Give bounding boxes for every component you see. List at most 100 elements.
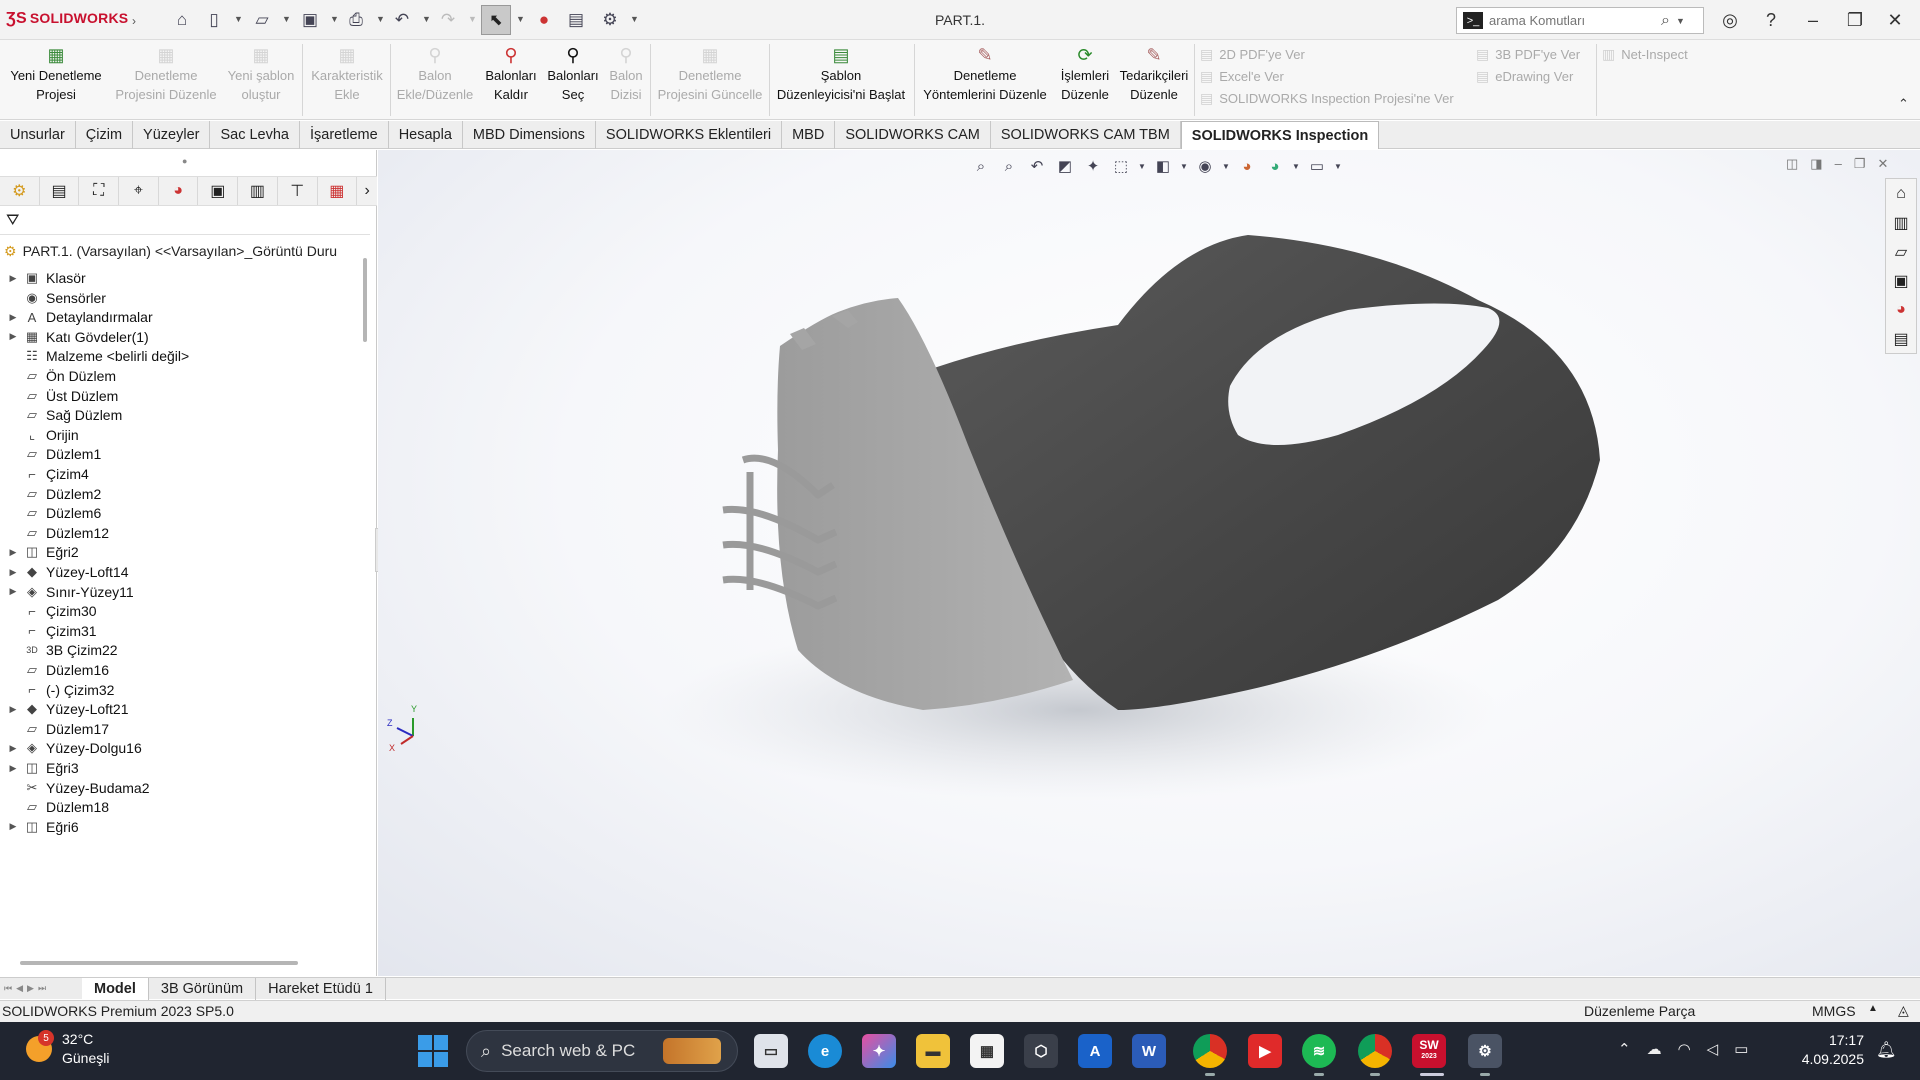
expand-arrow-icon[interactable]: ▶	[6, 743, 20, 754]
tab-solidworks-cam[interactable]: SOLIDWORKS CAM	[835, 121, 991, 149]
undo-dropdown-icon[interactable]: ▼	[422, 14, 431, 24]
tab-solidworks-cam-tbm[interactable]: SOLIDWORKS CAM TBM	[991, 121, 1181, 149]
tree-filter[interactable]: ⛛	[0, 207, 370, 235]
close-button[interactable]: ✕	[1880, 8, 1910, 32]
menu-expand-icon[interactable]: ›	[132, 14, 136, 28]
model-tab-3b-g-r-n-m[interactable]: 3B Görünüm	[149, 977, 257, 1000]
file-explorer-icon[interactable]: ▱	[1895, 237, 1907, 266]
view-palette-icon[interactable]: ▣	[1893, 266, 1908, 295]
open-dropdown-icon[interactable]: ▼	[282, 14, 291, 24]
spotify-icon[interactable]: ≋	[1302, 1034, 1336, 1068]
save-dropdown-icon[interactable]: ▼	[330, 14, 339, 24]
export-3d-pdf-button[interactable]: ▤ 3B PDF'ye Ver	[1476, 43, 1580, 65]
part-model[interactable]	[378, 150, 1920, 976]
minimize-button[interactable]: –	[1798, 8, 1828, 32]
custom-properties-icon[interactable]: ▤	[1893, 324, 1908, 353]
expand-arrow-icon[interactable]: ▶	[6, 273, 20, 284]
new-dropdown-icon[interactable]: ▼	[234, 14, 243, 24]
tab--izim[interactable]: Çizim	[76, 121, 134, 149]
search-dropdown-icon[interactable]: ▼	[1676, 16, 1685, 26]
solidworks-resources-icon[interactable]: ⌂	[1896, 179, 1906, 208]
notification-bell-icon[interactable]: 🔔︎	[1876, 1040, 1896, 1060]
feature-manager-tab-icon[interactable]: ⚙	[0, 177, 40, 205]
new-document-icon[interactable]: ▯	[202, 8, 226, 32]
tab-y-zeyler[interactable]: Yüzeyler	[133, 121, 211, 149]
autodesk-icon[interactable]: A	[1078, 1034, 1112, 1068]
tab-mbd[interactable]: MBD	[782, 121, 836, 149]
redo-icon[interactable]: ↷	[436, 8, 460, 32]
cam-tool-tab-icon[interactable]: ⊤	[278, 177, 318, 205]
tab-hesapla[interactable]: Hesapla	[389, 121, 463, 149]
select-balloons-button[interactable]: ⚲ Balonları Seç	[544, 44, 602, 116]
expand-arrow-icon[interactable]: ▶	[6, 547, 20, 558]
unit-system[interactable]: MMGS	[1812, 1003, 1856, 1019]
word-icon[interactable]: W	[1132, 1034, 1166, 1068]
net-inspect-button[interactable]: ▥ Net-Inspect	[1602, 43, 1688, 65]
first-tab-icon[interactable]: ⏮	[4, 983, 12, 994]
edge-icon[interactable]: e	[808, 1034, 842, 1068]
solidworks-taskbar-icon[interactable]: SW 2023	[1412, 1034, 1446, 1068]
remove-balloons-button[interactable]: ⚲ Balonları Kaldır	[480, 44, 542, 116]
clock[interactable]: 17:17 4.09.2025	[1796, 1031, 1864, 1069]
next-tab-icon[interactable]: ▶	[27, 983, 34, 994]
search-icon[interactable]: ⌕	[1661, 12, 1670, 30]
units-dropdown-icon[interactable]: ▲	[1868, 1003, 1878, 1014]
expand-arrow-icon[interactable]: ▶	[6, 312, 20, 323]
command-search[interactable]: >_ ⌕ ▼	[1456, 7, 1704, 34]
rebuild-status-icon[interactable]: ◬	[1898, 1002, 1909, 1019]
last-tab-icon[interactable]: ⏭	[38, 983, 46, 994]
add-characteristic-button[interactable]: ▦ Karakteristik Ekle	[306, 44, 388, 116]
show-hidden-icons-chevron-icon[interactable]: ⌃	[1618, 1040, 1631, 1058]
battery-icon[interactable]: ▭	[1734, 1040, 1748, 1058]
expand-arrow-icon[interactable]: ▶	[6, 331, 20, 342]
restore-button[interactable]: ❐	[1840, 8, 1870, 32]
options-gear-icon[interactable]: ⚙	[598, 8, 622, 32]
tab-sac-levha[interactable]: Sac Levha	[210, 121, 300, 149]
taskbar-search[interactable]: ⌕ Search web & PC	[466, 1030, 738, 1072]
user-account-icon[interactable]: ◎	[1715, 8, 1745, 32]
tab-solidworks-inspection[interactable]: SOLIDWORKS Inspection	[1180, 121, 1380, 149]
property-manager-tab-icon[interactable]: ▤	[40, 177, 80, 205]
help-icon[interactable]: ?	[1756, 8, 1786, 32]
dimxpert-manager-tab-icon[interactable]: ⌖	[119, 177, 159, 205]
weather-widget[interactable]: 5 32°C Güneşli	[26, 1030, 109, 1068]
export-edrawing-button[interactable]: ▤ eDrawing Ver	[1476, 65, 1580, 87]
inspection-tab-icon[interactable]: ▦	[318, 177, 358, 205]
appearances-icon[interactable]: ◕	[1896, 295, 1906, 324]
balloon-sequence-button[interactable]: ⚲ Balon Dizisi	[604, 44, 648, 116]
file-properties-icon[interactable]: ▤	[564, 8, 588, 32]
open-folder-icon[interactable]: ▱	[250, 8, 274, 32]
volume-icon[interactable]: ◁	[1707, 1040, 1719, 1058]
options-dropdown-icon[interactable]: ▼	[630, 14, 639, 24]
onedrive-cloud-icon[interactable]: ☁	[1647, 1040, 1662, 1058]
model-tab-hareket-et-d-1[interactable]: Hareket Etüdü 1	[256, 977, 386, 1000]
edit-inspection-methods-button[interactable]: ✎ Denetleme Yöntemlerini Düzenle	[918, 44, 1052, 116]
update-inspection-project-button[interactable]: ▦ Denetleme Projesini Güncelle	[654, 44, 766, 116]
graphics-area[interactable]: ⌕ ⌕ ↶ ◩ ✦ ⬚ ▼ ◧ ▼ ◉ ▼ ◕ ◕ ▼ ▭ ▼ ◫ ◨ – ❐ …	[378, 150, 1920, 976]
copilot-icon[interactable]: ✦	[862, 1034, 896, 1068]
wifi-icon[interactable]: ◠	[1678, 1040, 1691, 1058]
tree-root[interactable]: ⚙ PART.1. (Varsayılan) <<Varsayılan>_Gör…	[4, 240, 337, 262]
tab-unsurlar[interactable]: Unsurlar	[0, 121, 76, 149]
collapse-ribbon-icon[interactable]: ⌃	[1898, 96, 1909, 112]
start-button[interactable]	[418, 1035, 450, 1067]
tab-solidworks-eklentileri[interactable]: SOLIDWORKS Eklentileri	[596, 121, 783, 149]
configuration-manager-tab-icon[interactable]: ⛶	[79, 177, 120, 205]
task-view-icon[interactable]: ▭	[754, 1034, 788, 1068]
cam-feature-tab-icon[interactable]: ▣	[198, 177, 239, 205]
edit-inspection-project-button[interactable]: ▦ Denetleme Projesini Düzenle	[110, 44, 222, 116]
settings-gear-icon[interactable]: ⚙	[1468, 1034, 1502, 1068]
rebuild-icon[interactable]: ●	[532, 8, 556, 32]
export-2d-pdf-button[interactable]: ▤ 2D PDF'ye Ver	[1200, 43, 1454, 65]
home-icon[interactable]: ⌂	[170, 8, 194, 32]
youtube-icon[interactable]: ▶	[1248, 1034, 1282, 1068]
print-icon[interactable]: ⎙	[344, 8, 368, 32]
expand-arrow-icon[interactable]: ▶	[6, 567, 20, 578]
export-excel-button[interactable]: ▤ Excel'e Ver	[1200, 65, 1454, 87]
solidworks-logo[interactable]: ƷS SOLIDWORKS	[6, 10, 128, 28]
design-library-icon[interactable]: ▥	[1893, 208, 1908, 237]
tab-mbd-dimensions[interactable]: MBD Dimensions	[463, 121, 596, 149]
chrome-profile-icon[interactable]	[1358, 1034, 1392, 1068]
more-tabs-chevron-icon[interactable]: ›	[357, 177, 377, 205]
balloon-add-edit-button[interactable]: ⚲ Balon Ekle/Düzenle	[394, 44, 476, 116]
